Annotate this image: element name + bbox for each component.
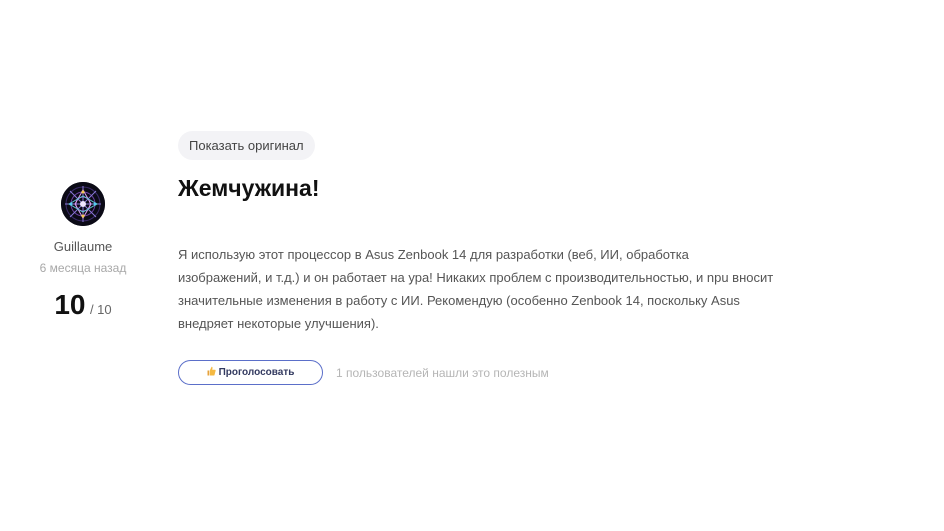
mandala-avatar-icon	[61, 182, 105, 226]
rating-score: 10	[54, 289, 86, 320]
review-date: 6 месяца назад	[39, 261, 127, 275]
review-title: Жемчужина!	[178, 175, 320, 201]
review-body: Я использую этот процессор в Asus Zenboo…	[178, 247, 774, 331]
avatar	[61, 182, 105, 226]
thumbs-up-icon	[207, 366, 216, 379]
review-author: Guillaume 6 месяца назад 10 / 10	[20, 182, 146, 326]
vote-button-label: Проголосовать	[218, 367, 295, 378]
author-name: Guillaume	[53, 239, 113, 254]
helpful-count-text: 1 пользователей нашли это полезным	[336, 365, 549, 380]
review-actions: Проголосовать 1 пользователей нашли это …	[178, 360, 778, 385]
review-card: Guillaume 6 месяца назад 10 / 10 Показат…	[0, 0, 944, 531]
rating-max: / 10	[89, 302, 112, 317]
review-rating: 10 / 10	[20, 289, 146, 326]
show-original-button[interactable]: Показать оригинал	[178, 131, 315, 160]
review-content: Показать оригинал Жемчужина! Я использую…	[178, 131, 778, 385]
vote-button[interactable]: Проголосовать	[178, 360, 323, 385]
